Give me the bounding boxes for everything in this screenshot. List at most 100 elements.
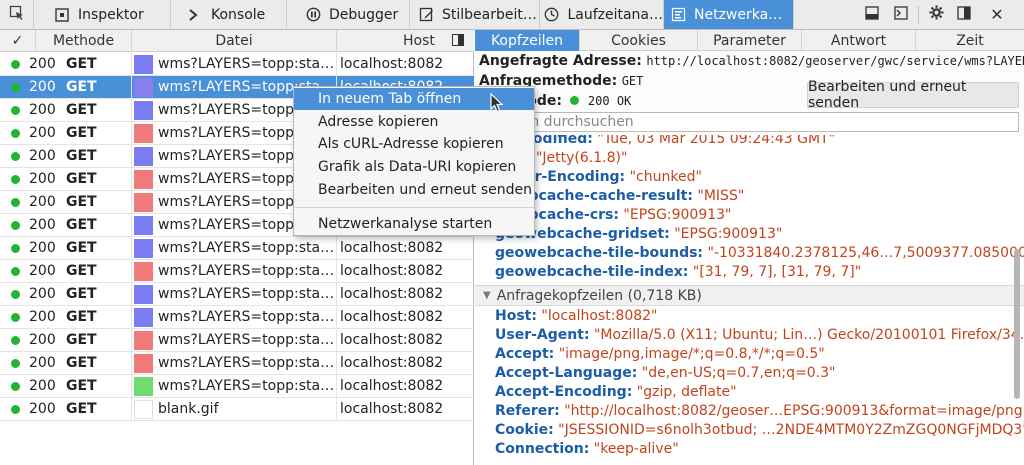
request-headers-section[interactable]: ▼ Anfragekopfzeilen (0,718 KB) <box>475 285 1024 306</box>
image-thumbnail <box>134 239 153 258</box>
request-status: 200 <box>29 401 56 417</box>
column-divider <box>131 53 132 76</box>
dock-bottom-button[interactable] <box>858 0 886 29</box>
column-divider <box>131 191 132 214</box>
menu-copy-url[interactable]: Adresse kopieren <box>294 111 534 133</box>
header-name: geowebcache-tile-bounds: <box>495 245 704 261</box>
settings-button[interactable] <box>922 0 950 29</box>
tab-label: Kopfzeilen <box>490 32 564 49</box>
collapse-triangle-icon: ▼ <box>483 290 491 301</box>
menu-label: Adresse kopieren <box>318 114 439 130</box>
headers-list: Modified: "Tue, 03 Mar 2015 09:24:43 GMT… <box>475 135 1024 465</box>
request-status: 200 <box>29 286 56 302</box>
column-divider <box>336 306 337 329</box>
header-value: "http://localhost:8082/geoser…EPSG:90091… <box>564 403 1024 419</box>
request-status: 200 <box>29 355 56 371</box>
column-datei[interactable]: Datei <box>132 30 337 52</box>
request-method: GET <box>66 355 97 371</box>
request-method: GET <box>66 56 97 72</box>
scrollbar-thumb[interactable] <box>1014 249 1020 399</box>
tab-label: Zeit <box>956 32 984 49</box>
request-file: wms?LAYERS=topp:sta… <box>158 263 333 279</box>
request-row[interactable]: 200 GET wms?LAYERS=topp:sta… localhost:8082 <box>0 306 474 329</box>
header-value: "gzip, deflate" <box>636 384 737 400</box>
request-list-header: ✓ Methode Datei Host <box>0 30 474 52</box>
request-file: wms?LAYERS=topp:sta… <box>158 332 333 348</box>
column-divider <box>336 375 337 398</box>
request-host: localhost:8082 <box>340 56 444 72</box>
image-thumbnail <box>134 78 153 97</box>
column-host[interactable]: Host <box>337 30 474 52</box>
request-details-panel: Kopfzeilen Cookies Parameter Antwort Zei… <box>475 30 1024 465</box>
column-divider <box>336 352 337 375</box>
tab-parameter[interactable]: Parameter <box>698 30 802 51</box>
tab-debugger[interactable]: Debugger <box>287 0 410 29</box>
column-divider <box>131 99 132 122</box>
request-file: wms?LAYERS=topp:sta… <box>158 309 333 325</box>
status-dot-icon <box>11 313 20 322</box>
request-method: GET <box>66 309 97 325</box>
request-status: 200 <box>29 240 56 256</box>
request-row[interactable]: 200 GET wms?LAYERS=topp:sta… localhost:8082 <box>0 352 474 375</box>
menu-edit-and-resend[interactable]: Bearbeiten und erneut senden <box>294 179 534 201</box>
tab-cookies[interactable]: Cookies <box>580 30 698 51</box>
close-button[interactable]: ✕ <box>980 0 1014 29</box>
dock-side-button[interactable] <box>950 0 978 29</box>
status-dot-icon <box>11 175 20 184</box>
tab-stilbearbeitung[interactable]: Stilbearbeit… <box>410 0 540 29</box>
request-method: GET <box>66 332 97 348</box>
request-status: 200 <box>29 79 56 95</box>
request-row[interactable]: 200 GET wms?LAYERS=topp:sta… localhost:8082 <box>0 53 474 76</box>
column-divider <box>336 398 337 421</box>
menu-start-performance-analysis[interactable]: Netzwerkanalyse starten <box>294 213 534 235</box>
image-thumbnail <box>134 216 153 235</box>
request-row[interactable]: 200 GET wms?LAYERS=topp:sta… localhost:8082 <box>0 329 474 352</box>
element-picker-button[interactable] <box>0 0 34 29</box>
column-divider <box>131 398 132 421</box>
request-method: GET <box>66 79 97 95</box>
request-status: 200 <box>29 217 56 233</box>
column-divider <box>131 352 132 375</box>
tab-netzwerkanalyse[interactable]: Netzwerka… <box>664 0 794 29</box>
split-console-icon <box>894 5 908 24</box>
status-dot-icon <box>11 405 20 414</box>
request-header-line: Accept: "image/png,image/*;q=0.8,*/*;q=0… <box>495 346 825 362</box>
request-url-row: Angefragte Adresse: http://localhost:808… <box>479 53 1024 69</box>
request-method: GET <box>66 286 97 302</box>
request-row[interactable]: 200 GET wms?LAYERS=topp:sta… localhost:8082 <box>0 260 474 283</box>
column-divider <box>131 260 132 283</box>
request-row[interactable]: 200 GET wms?LAYERS=topp:sta… localhost:8082 <box>0 283 474 306</box>
tab-antwort[interactable]: Antwort <box>802 30 916 51</box>
headers-scrollbar[interactable] <box>1012 135 1022 465</box>
network-icon <box>670 7 686 23</box>
edit-and-resend-button[interactable]: Bearbeiten und erneut senden <box>807 79 1019 111</box>
request-method: GET <box>66 102 97 118</box>
split-console-button[interactable] <box>886 0 916 29</box>
request-host: localhost:8082 <box>340 309 444 325</box>
request-host: localhost:8082 <box>340 263 444 279</box>
tab-inspektor[interactable]: Inspektor <box>34 0 171 29</box>
column-status[interactable]: ✓ <box>0 30 36 52</box>
tab-laufzeitanalyse[interactable]: Laufzeitana… <box>540 0 664 29</box>
request-status: 200 <box>29 194 56 210</box>
request-file: wms?LAYERS=topp:sta… <box>158 286 333 302</box>
header-filter-input[interactable]: zeilen durchsuchen <box>479 112 1019 132</box>
response-header-line: fer-Encoding: "chunked" <box>519 169 702 185</box>
request-host: localhost:8082 <box>340 378 444 394</box>
request-status: 200 <box>29 263 56 279</box>
column-methode[interactable]: Methode <box>36 30 132 52</box>
menu-copy-image-data-uri[interactable]: Grafik als Data-URI kopieren <box>294 156 534 178</box>
tab-konsole[interactable]: Konsole <box>171 0 287 29</box>
tab-zeit[interactable]: Zeit <box>916 30 1024 51</box>
request-row[interactable]: 200 GET wms?LAYERS=topp:sta… localhost:8082 <box>0 375 474 398</box>
toggle-sidebar-icon[interactable] <box>452 34 464 50</box>
request-file: wms?LAYERS=topp:sta… <box>158 56 333 72</box>
menu-copy-as-curl[interactable]: Als cURL-Adresse kopieren <box>294 133 534 155</box>
column-label: Host <box>403 33 435 49</box>
request-row[interactable]: 200 GET wms?LAYERS=topp:sta… localhost:8082 <box>0 237 474 260</box>
tab-kopfzeilen[interactable]: Kopfzeilen <box>475 30 580 51</box>
request-method: GET <box>66 240 97 256</box>
tab-label: Inspektor <box>78 6 144 23</box>
request-row[interactable]: 200 GET blank.gif localhost:8082 <box>0 398 474 421</box>
header-value: "EPSG:900913" <box>623 207 732 223</box>
